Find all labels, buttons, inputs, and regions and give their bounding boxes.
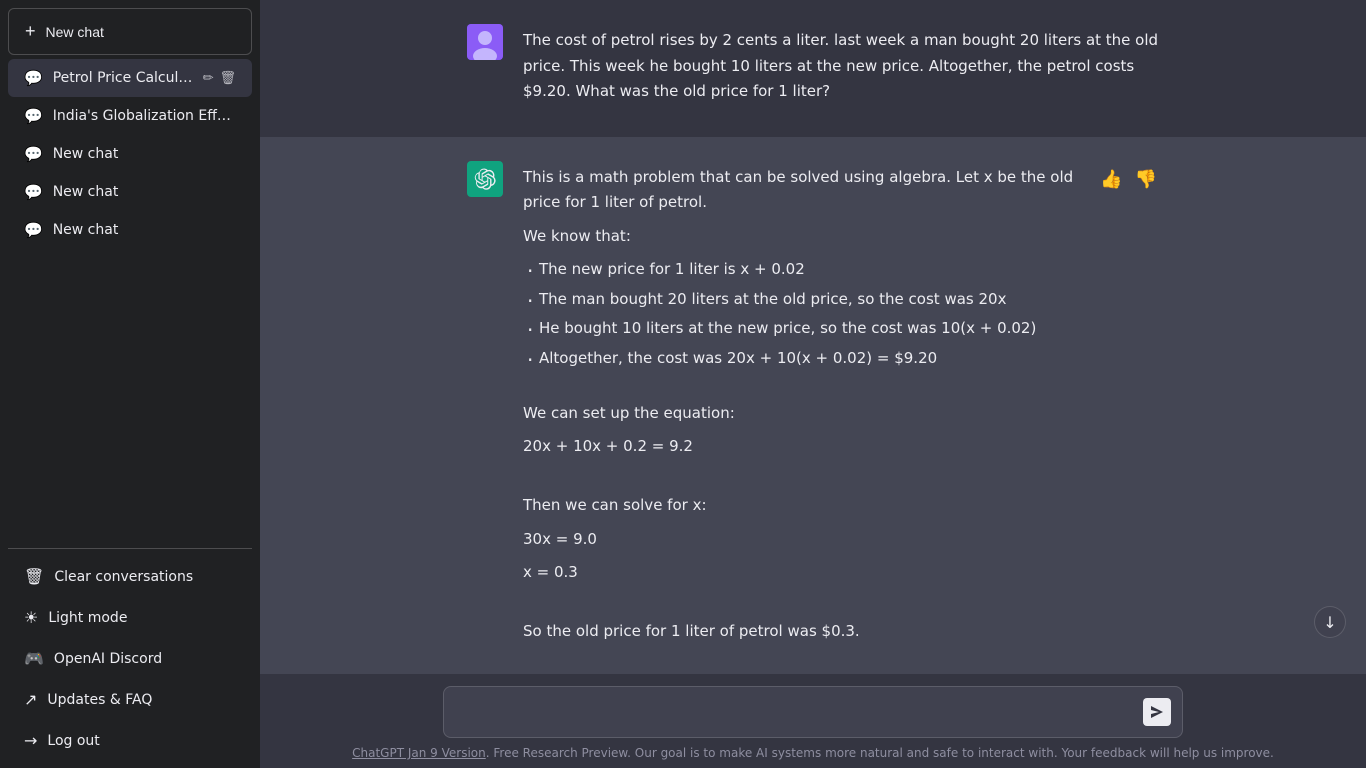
- new-chat-label: New chat: [46, 24, 104, 40]
- input-area: ChatGPT Jan 9 Version. Free Research Pre…: [260, 674, 1366, 768]
- delete-icon[interactable]: 🗑: [219, 71, 236, 86]
- sidebar-chat-new2[interactable]: 💬 New chat: [8, 173, 252, 211]
- message-inner: The cost of petrol rises by 2 cents a li…: [443, 24, 1183, 113]
- user-avatar-image: [467, 24, 503, 60]
- faq-icon: ↗: [24, 690, 37, 709]
- chat-label: New chat: [53, 222, 236, 238]
- equation-intro: We can set up the equation:: [523, 401, 1078, 427]
- sidebar-chat-new1[interactable]: 💬 New chat: [8, 135, 252, 173]
- chat-icon: 💬: [24, 107, 43, 125]
- solve-intro: Then we can solve for x:: [523, 493, 1078, 519]
- bullet-0: The new price for 1 liter is x + 0.02: [523, 257, 1078, 283]
- chat-list: 💬 Petrol Price Calculation ✏ 🗑 💬 India's…: [8, 59, 252, 540]
- clear-label: Clear conversations: [54, 569, 193, 585]
- chat-icon: 💬: [24, 145, 43, 163]
- sidebar-footer-clear[interactable]: 🗑 Clear conversations: [8, 557, 252, 596]
- main-content: The cost of petrol rises by 2 cents a li…: [260, 0, 1366, 768]
- sidebar-footer-logout[interactable]: → Log out: [8, 721, 252, 760]
- bullet-3: Altogether, the cost was 20x + 10(x + 0.…: [523, 346, 1078, 372]
- input-wrapper: [443, 686, 1183, 738]
- bullet-1: The man bought 20 liters at the old pric…: [523, 287, 1078, 313]
- discord-label: OpenAI Discord: [54, 651, 162, 667]
- chat-label: India's Globalization Efforts: [53, 108, 236, 124]
- footer-disclaimer: . Free Research Preview. Our goal is to …: [486, 746, 1274, 760]
- message-actions: 👍 👎: [1098, 161, 1159, 192]
- chat-icon: 💬: [24, 183, 43, 201]
- chevron-down-icon: ↓: [1323, 613, 1336, 632]
- sidebar-chat-new3[interactable]: 💬 New chat: [8, 211, 252, 249]
- step1: 30x = 9.0: [523, 527, 1078, 553]
- step2: x = 0.3: [523, 560, 1078, 586]
- clear-icon: 🗑: [24, 567, 44, 586]
- user-avatar: [467, 24, 503, 60]
- message-inner: This is a math problem that can be solve…: [443, 161, 1183, 653]
- conclusion: So the old price for 1 liter of petrol w…: [523, 619, 1078, 645]
- sidebar-footer-light[interactable]: ☀ Light mode: [8, 598, 252, 637]
- equation: 20x + 10x + 0.2 = 9.2: [523, 434, 1078, 460]
- message-assistant1: This is a math problem that can be solve…: [260, 137, 1366, 675]
- chat-label: New chat: [53, 184, 236, 200]
- sidebar-footer-faq[interactable]: ↗ Updates & FAQ: [8, 680, 252, 719]
- openai-logo: [474, 168, 496, 190]
- sidebar-chat-petrol[interactable]: 💬 Petrol Price Calculation ✏ 🗑: [8, 59, 252, 97]
- sidebar: + New chat 💬 Petrol Price Calculation ✏ …: [0, 0, 260, 768]
- thumbs-down-button[interactable]: 👎: [1133, 167, 1159, 192]
- logout-label: Log out: [47, 733, 99, 749]
- assistant-intro: This is a math problem that can be solve…: [523, 165, 1078, 216]
- sidebar-chat-india[interactable]: 💬 India's Globalization Efforts: [8, 97, 252, 135]
- light-icon: ☀: [24, 608, 38, 627]
- chat-actions: ✏ 🗑: [203, 71, 236, 86]
- bullet-2: He bought 10 liters at the new price, so…: [523, 316, 1078, 342]
- faq-label: Updates & FAQ: [47, 692, 152, 708]
- assistant-bullets: The new price for 1 liter is x + 0.02 The…: [523, 257, 1078, 371]
- new-chat-button[interactable]: + New chat: [8, 8, 252, 55]
- assistant-message-content: This is a math problem that can be solve…: [523, 161, 1078, 653]
- assistant-we-know: We know that:: [523, 224, 1078, 250]
- sidebar-footer: 🗑 Clear conversations ☀ Light mode 🎮 Ope…: [8, 557, 252, 760]
- light-label: Light mode: [48, 610, 127, 626]
- chat-label: Petrol Price Calculation: [53, 70, 193, 86]
- chat-icon: 💬: [24, 221, 43, 239]
- user-message-text: The cost of petrol rises by 2 cents a li…: [523, 28, 1159, 105]
- logout-icon: →: [24, 731, 37, 750]
- thumbs-up-button[interactable]: 👍: [1098, 167, 1124, 192]
- chat-messages: The cost of petrol rises by 2 cents a li…: [260, 0, 1366, 674]
- plus-icon: +: [25, 21, 36, 42]
- send-icon: [1150, 705, 1164, 719]
- version-link[interactable]: ChatGPT Jan 9 Version: [352, 746, 486, 760]
- edit-icon[interactable]: ✏: [203, 71, 214, 86]
- sidebar-footer-discord[interactable]: 🎮 OpenAI Discord: [8, 639, 252, 678]
- chat-label: New chat: [53, 146, 236, 162]
- message-user1: The cost of petrol rises by 2 cents a li…: [260, 0, 1366, 137]
- assistant-avatar: [467, 161, 503, 197]
- scroll-down-button[interactable]: ↓: [1314, 606, 1346, 638]
- discord-icon: 🎮: [24, 649, 44, 668]
- sidebar-divider: [8, 548, 252, 549]
- chat-input[interactable]: [443, 686, 1183, 738]
- user-message-content: The cost of petrol rises by 2 cents a li…: [523, 24, 1159, 113]
- send-button[interactable]: [1143, 698, 1171, 726]
- footer-text: ChatGPT Jan 9 Version. Free Research Pre…: [352, 746, 1274, 760]
- chat-icon: 💬: [24, 69, 43, 87]
- main-wrapper: The cost of petrol rises by 2 cents a li…: [260, 0, 1366, 768]
